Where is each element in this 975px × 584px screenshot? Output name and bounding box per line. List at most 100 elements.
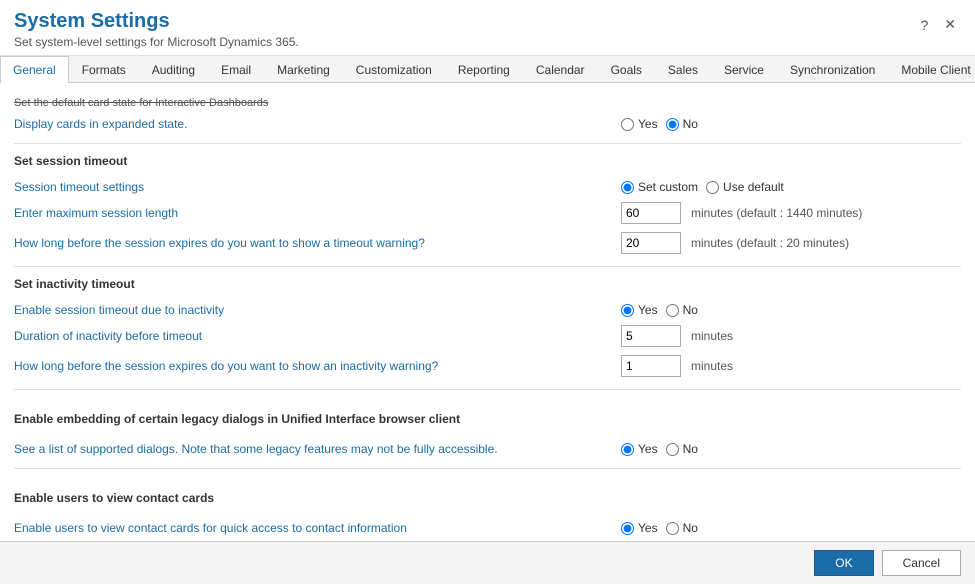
inactivity-duration-input[interactable] <box>621 325 681 347</box>
divider-2 <box>14 266 961 267</box>
contact-cards-radio-group: Yes No <box>621 521 698 535</box>
session-warning-label: How long before the session expires do y… <box>14 236 621 250</box>
contact-cards-row: Enable users to view contact cards for q… <box>14 517 961 539</box>
tab-bar: General Formats Auditing Email Marketing… <box>0 56 975 83</box>
contact-cards-link[interactable]: information <box>348 521 407 535</box>
tab-mobile-client[interactable]: Mobile Client <box>888 56 975 83</box>
legacy-no-option[interactable]: No <box>666 442 698 456</box>
contact-cards-title-row: Enable users to view contact cards <box>14 477 961 517</box>
dashboards-header-row: Set the default card state for Interacti… <box>14 93 961 113</box>
tab-calendar[interactable]: Calendar <box>523 56 598 83</box>
inactivity-yes-option[interactable]: Yes <box>621 303 658 317</box>
max-session-label: Enter maximum session length <box>14 206 621 220</box>
dashboards-header-label: Set the default card state for Interacti… <box>14 97 268 109</box>
cancel-button[interactable]: Cancel <box>882 550 961 576</box>
set-custom-radio[interactable] <box>621 181 634 194</box>
session-warning-input[interactable] <box>621 232 681 254</box>
legacy-yes-radio[interactable] <box>621 443 634 456</box>
divider-3 <box>14 389 961 390</box>
enable-inactivity-control: Yes No <box>621 303 961 317</box>
display-cards-no-label: No <box>683 117 698 131</box>
inactivity-no-option[interactable]: No <box>666 303 698 317</box>
tab-service[interactable]: Service <box>711 56 777 83</box>
contact-cards-yes-label: Yes <box>638 521 658 535</box>
tab-formats[interactable]: Formats <box>69 56 139 83</box>
divider-1 <box>14 143 961 144</box>
close-icon[interactable]: ✕ <box>939 14 961 35</box>
inactivity-warning-input[interactable] <box>621 355 681 377</box>
session-settings-anchor[interactable]: Session timeout settings <box>14 180 144 194</box>
session-custom-radio-group: Set custom Use default <box>621 180 784 194</box>
contact-cards-yes-radio[interactable] <box>621 522 634 535</box>
display-cards-no-radio[interactable] <box>666 118 679 131</box>
legacy-dialogs-control: Yes No <box>621 442 961 456</box>
display-cards-yes-label: Yes <box>638 117 658 131</box>
tab-customization[interactable]: Customization <box>343 56 445 83</box>
session-warning-control: minutes (default : 20 minutes) <box>621 232 961 254</box>
inactivity-yes-radio[interactable] <box>621 304 634 317</box>
session-warning-row: How long before the session expires do y… <box>14 228 961 258</box>
inactivity-timeout-title: Set inactivity timeout <box>14 277 961 291</box>
session-timeout-title: Set session timeout <box>14 154 961 168</box>
tab-auditing[interactable]: Auditing <box>139 56 208 83</box>
tab-marketing[interactable]: Marketing <box>264 56 343 83</box>
display-cards-label: Display cards in expanded state. <box>14 117 621 131</box>
session-settings-link[interactable]: Session timeout settings <box>14 180 621 194</box>
inactivity-yes-label: Yes <box>638 303 658 317</box>
tab-goals[interactable]: Goals <box>598 56 655 83</box>
max-session-control: minutes (default : 1440 minutes) <box>621 202 961 224</box>
display-cards-yes-option[interactable]: Yes <box>621 117 658 131</box>
contact-cards-no-option[interactable]: No <box>666 521 698 535</box>
title-bar: System Settings Set system-level setting… <box>0 0 975 56</box>
help-icon[interactable]: ? <box>915 15 933 35</box>
use-default-option[interactable]: Use default <box>706 180 784 194</box>
legacy-dialogs-suffix: . Note that some legacy features may not… <box>175 442 498 456</box>
display-cards-control: Yes No <box>621 117 961 131</box>
inactivity-warning-label: How long before the session expires do y… <box>14 359 621 373</box>
tab-email[interactable]: Email <box>208 56 264 83</box>
tab-reporting[interactable]: Reporting <box>445 56 523 83</box>
legacy-no-radio[interactable] <box>666 443 679 456</box>
inactivity-warning-row: How long before the session expires do y… <box>14 351 961 381</box>
tab-synchronization[interactable]: Synchronization <box>777 56 888 83</box>
legacy-dialogs-radio-group: Yes No <box>621 442 698 456</box>
inactivity-radio-group: Yes No <box>621 303 698 317</box>
display-cards-yes-radio[interactable] <box>621 118 634 131</box>
use-default-label: Use default <box>723 180 784 194</box>
inactivity-duration-label: Duration of inactivity before timeout <box>14 329 621 343</box>
legacy-no-label: No <box>683 442 698 456</box>
legacy-title-row: Enable embedding of certain legacy dialo… <box>14 398 961 438</box>
legacy-dialogs-row: See a list of supported dialogs. Note th… <box>14 438 961 460</box>
ok-button[interactable]: OK <box>814 550 873 576</box>
title-bar-actions: ? ✕ <box>915 14 961 35</box>
use-default-radio[interactable] <box>706 181 719 194</box>
tab-general[interactable]: General <box>0 56 69 83</box>
legacy-dialogs-description: See a list of supported dialogs. Note th… <box>14 442 621 456</box>
divider-4 <box>14 468 961 469</box>
inactivity-no-label: No <box>683 303 698 317</box>
inactivity-no-radio[interactable] <box>666 304 679 317</box>
contact-cards-yes-option[interactable]: Yes <box>621 521 658 535</box>
inactivity-duration-suffix: minutes <box>691 329 733 343</box>
tab-sales[interactable]: Sales <box>655 56 711 83</box>
legacy-dialogs-link[interactable]: See a list of supported dialogs <box>14 442 175 456</box>
inactivity-warning-suffix: minutes <box>691 359 733 373</box>
page-title: System Settings <box>14 10 299 33</box>
contact-cards-control: Yes No <box>621 521 961 535</box>
inactivity-duration-row: Duration of inactivity before timeout mi… <box>14 321 961 351</box>
display-cards-no-option[interactable]: No <box>666 117 698 131</box>
contact-cards-no-label: No <box>683 521 698 535</box>
legacy-yes-option[interactable]: Yes <box>621 442 658 456</box>
legacy-dialogs-title: Enable embedding of certain legacy dialo… <box>14 412 460 426</box>
legacy-yes-label: Yes <box>638 442 658 456</box>
contact-cards-prefix: Enable users to view contact cards for q… <box>14 521 348 535</box>
content-area: Set the default card state for Interacti… <box>0 83 975 541</box>
enable-inactivity-label: Enable session timeout due to inactivity <box>14 303 621 317</box>
inactivity-warning-control: minutes <box>621 355 961 377</box>
display-cards-radio-group: Yes No <box>621 117 698 131</box>
contact-cards-title: Enable users to view contact cards <box>14 491 214 505</box>
contact-cards-no-radio[interactable] <box>666 522 679 535</box>
title-bar-left: System Settings Set system-level setting… <box>14 10 299 49</box>
max-session-input[interactable] <box>621 202 681 224</box>
set-custom-option[interactable]: Set custom <box>621 180 698 194</box>
